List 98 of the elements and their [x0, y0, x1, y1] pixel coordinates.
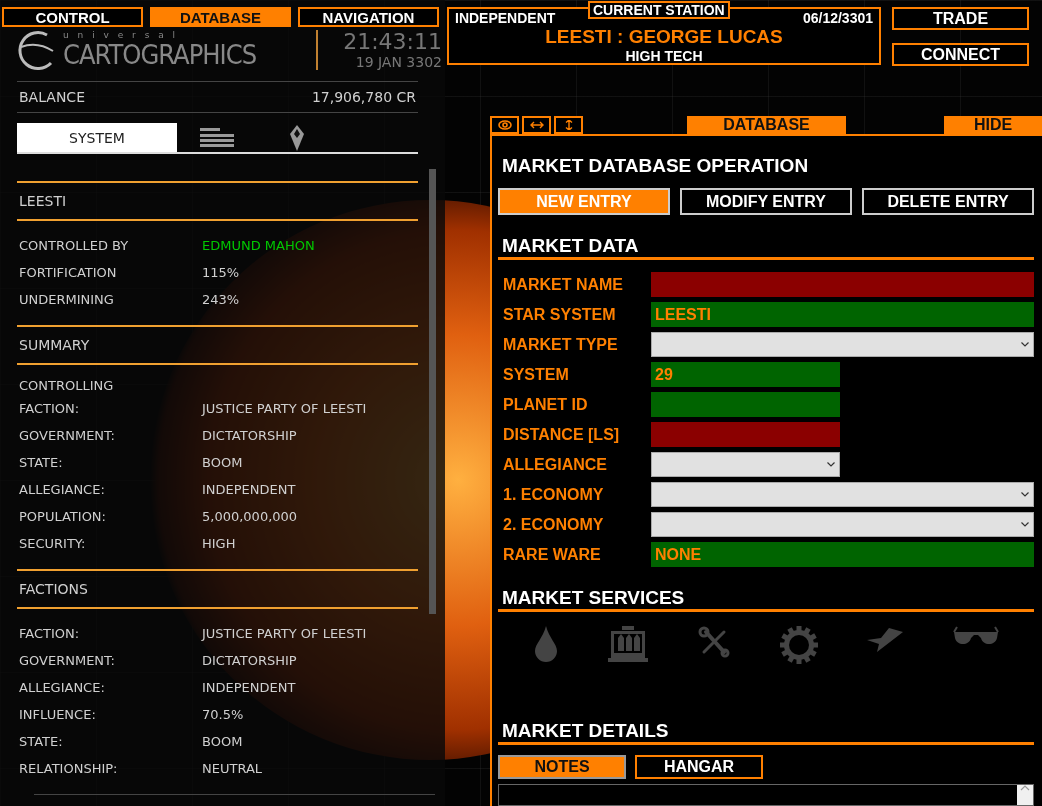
balance-value: 17,906,780 CR: [311, 89, 416, 105]
nav-tab[interactable]: CONTROL: [2, 7, 143, 27]
side-tab[interactable]: SYSTEM: [17, 123, 177, 152]
field-value: BOOM: [202, 733, 243, 751]
field-label: MARKET NAME: [502, 275, 624, 294]
panel-tool-button[interactable]: [490, 116, 519, 134]
field-label: CONTROLLING FACTION:: [19, 377, 115, 418]
field-label: STATE:: [19, 454, 63, 472]
field-value: DICTATORSHIP: [202, 427, 297, 445]
top-button[interactable]: CONNECT: [892, 43, 1029, 66]
station-caption: CURRENT STATION: [588, 1, 730, 19]
field-label: POPULATION:: [19, 508, 106, 526]
fuel-drop-icon: [532, 626, 559, 662]
field-label: FACTION:: [19, 625, 80, 643]
dropdown-field[interactable]: [651, 452, 840, 477]
field-label: GOVERNMENT:: [19, 427, 115, 445]
station-allegiance: INDEPENDENT: [455, 10, 556, 26]
section-header: SUMMARY: [17, 325, 418, 365]
spaceship-icon: [867, 626, 904, 652]
chevron-down-icon: [827, 462, 835, 467]
field-label: SYSTEM: [502, 365, 570, 384]
chevron-down-icon: [1021, 492, 1029, 497]
field-label: CONTROLLED BY: [19, 237, 129, 255]
field-value: BOOM: [202, 454, 243, 472]
field-value: 70.5%: [202, 706, 244, 724]
action-button[interactable]: DELETE ENTRY: [862, 188, 1034, 215]
field-value: JUSTICE PARTY OF LEESTI: [202, 400, 367, 418]
scrollbar[interactable]: [1017, 785, 1033, 805]
globe-logo-icon: [17, 29, 55, 71]
logo-wordmark: CARTOGRAPHICS: [63, 40, 258, 70]
field-value: INDEPENDENT: [202, 481, 296, 499]
field-value: DICTATORSHIP: [202, 652, 297, 670]
field-value: INDEPENDENT: [202, 679, 296, 697]
horizontal-arrows-icon: [529, 120, 544, 130]
notes-text-area[interactable]: [498, 784, 1034, 806]
field-label: RARE WARE: [502, 545, 602, 564]
field-label: STATE:: [19, 733, 63, 751]
scroll-up-icon: [1020, 785, 1030, 791]
nav-tab[interactable]: NAVIGATION: [298, 7, 439, 27]
logo-tagline: u n i v e r s a l: [63, 30, 180, 40]
section-header: FACTIONS: [17, 569, 418, 609]
field-label: MARKET TYPE: [502, 335, 619, 354]
clock-date: 19 JAN 3302: [355, 54, 442, 70]
panel-tab[interactable]: DATABASE: [687, 116, 846, 134]
field-label: PLANET ID: [502, 395, 589, 414]
field-label: UNDERMINING: [19, 291, 114, 309]
field-label: ALLEGIANCE:: [19, 679, 105, 697]
field-value: 115%: [202, 264, 240, 282]
details-tab[interactable]: NOTES: [498, 755, 626, 779]
field-value: NEUTRAL: [202, 760, 263, 778]
field-label: 2. ECONOMY: [502, 515, 605, 534]
section-header: LEESTI: [17, 181, 418, 221]
map-pin-icon: [290, 124, 304, 151]
chevron-down-icon: [1021, 342, 1029, 347]
field-label: RELATIONSHIP:: [19, 760, 118, 778]
field-value: 243%: [202, 291, 240, 309]
clock-time: 21:43:11: [343, 30, 442, 54]
list-icon: [200, 127, 234, 148]
input-field[interactable]: [651, 392, 840, 417]
details-tab[interactable]: HANGAR: [635, 755, 763, 779]
station-name: LEESTI : GEORGE LUCAS: [544, 26, 784, 48]
field-label: SECURITY:: [19, 535, 86, 553]
input-field[interactable]: [651, 272, 1034, 297]
field-value: 5,000,000,000: [202, 508, 298, 526]
balance-label: BALANCE: [19, 89, 85, 105]
wrench-screwdriver-icon: [698, 626, 731, 658]
field-label: ALLEGIANCE: [502, 455, 608, 474]
field-value: HIGH: [202, 535, 236, 553]
section-heading: MARKET DETAILS: [498, 720, 1034, 745]
action-button[interactable]: MODIFY ENTRY: [680, 188, 852, 215]
nav-tab[interactable]: DATABASE: [150, 7, 291, 27]
dropdown-field[interactable]: [651, 512, 1034, 537]
station-date: 06/12/3301: [802, 10, 873, 26]
field-label: 1. ECONOMY: [502, 485, 605, 504]
section-heading: MARKET DATA: [498, 235, 1034, 260]
dropdown-field[interactable]: [651, 332, 1034, 357]
section-heading: MARKET DATABASE OPERATION: [501, 155, 810, 177]
panel-tool-button[interactable]: [522, 116, 551, 134]
field-value: JUSTICE PARTY OF LEESTI: [202, 625, 367, 643]
field-label: ALLEGIANCE:: [19, 481, 105, 499]
top-button[interactable]: TRADE: [892, 7, 1029, 30]
section-heading: MARKET SERVICES: [498, 587, 1034, 612]
field-label: GOVERNMENT:: [19, 652, 115, 670]
input-field[interactable]: [651, 422, 840, 447]
gear-icon: [779, 626, 818, 664]
field-label: INFLUENCE:: [19, 706, 96, 724]
scrollbar[interactable]: [429, 169, 436, 614]
field-value: EDMUND MAHON: [202, 237, 315, 255]
field-label: STAR SYSTEM: [502, 305, 617, 324]
panel-tool-button[interactable]: [554, 116, 583, 134]
ammo-rack-icon: [608, 626, 649, 662]
eye-icon: [497, 120, 512, 130]
hide-button[interactable]: HIDE: [944, 116, 1042, 134]
dropdown-field[interactable]: [651, 482, 1034, 507]
field-label: DISTANCE [LS]: [502, 425, 621, 444]
station-economy: HIGH TECH: [624, 48, 704, 64]
field-label: FORTIFICATION: [19, 264, 117, 282]
chevron-down-icon: [1021, 522, 1029, 527]
